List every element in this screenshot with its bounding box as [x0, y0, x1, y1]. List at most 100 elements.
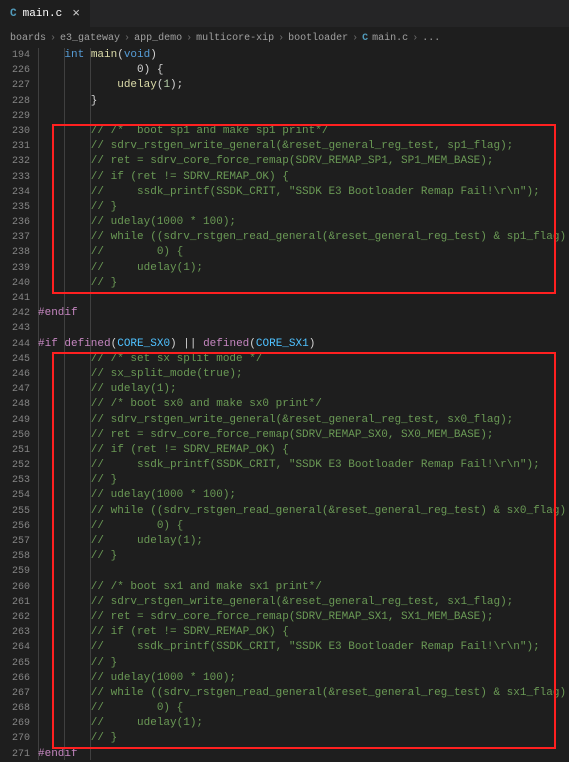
chevron-right-icon: › — [278, 33, 284, 44]
code-line[interactable]: // ssdk_printf(SSDK_CRIT, "SSDK E3 Bootl… — [38, 640, 569, 655]
line-number: 248 — [0, 397, 30, 412]
chevron-right-icon: › — [352, 33, 358, 44]
line-number: 251 — [0, 443, 30, 458]
code-line[interactable]: // sdrv_rstgen_write_general(&reset_gene… — [38, 139, 569, 154]
crumb[interactable]: app_demo — [134, 33, 182, 44]
line-number: 268 — [0, 701, 30, 716]
code-line[interactable]: // } — [38, 731, 569, 746]
line-number: 262 — [0, 610, 30, 625]
line-number: 239 — [0, 261, 30, 276]
code-line[interactable] — [38, 109, 569, 124]
close-icon[interactable]: × — [72, 6, 80, 21]
code-line[interactable]: udelay(1); — [38, 78, 569, 93]
code-line[interactable]: // udelay(1000 * 100); — [38, 671, 569, 686]
chevron-right-icon: › — [50, 33, 56, 44]
code-line[interactable]: // /* boot sx0 and make sx0 print*/ — [38, 397, 569, 412]
code-line[interactable]: // udelay(1); — [38, 261, 569, 276]
code-line[interactable]: // udelay(1000 * 100); — [38, 215, 569, 230]
crumb[interactable]: boards — [10, 33, 46, 44]
code-line[interactable]: #endif — [38, 306, 569, 321]
line-number: 233 — [0, 170, 30, 185]
breadcrumb[interactable]: boards › e3_gateway › app_demo › multicore-… — [0, 28, 569, 48]
code-line[interactable]: // /* set sx split mode */ — [38, 352, 569, 367]
line-number: 261 — [0, 595, 30, 610]
code-line[interactable]: // while ((sdrv_rstgen_read_general(&res… — [38, 230, 569, 245]
code-line[interactable]: // while ((sdrv_rstgen_read_general(&res… — [38, 686, 569, 701]
code-line[interactable]: // if (ret != SDRV_REMAP_OK) { — [38, 625, 569, 640]
line-number: 247 — [0, 382, 30, 397]
line-number: 255 — [0, 504, 30, 519]
code-line[interactable]: // 0) { — [38, 701, 569, 716]
code-line[interactable]: // while ((sdrv_rstgen_read_general(&res… — [38, 504, 569, 519]
code-line[interactable]: // } — [38, 200, 569, 215]
code-line[interactable] — [38, 291, 569, 306]
code-line[interactable]: // udelay(1); — [38, 534, 569, 549]
line-number: 265 — [0, 656, 30, 671]
code-line[interactable]: // /* boot sx1 and make sx1 print*/ — [38, 580, 569, 595]
editor-tab[interactable]: C main.c × — [0, 0, 90, 27]
code-line[interactable]: // sx_split_mode(true); — [38, 367, 569, 382]
code-line[interactable] — [38, 321, 569, 336]
line-number: 250 — [0, 428, 30, 443]
line-number-gutter: 1942262272282292302312322332342352362372… — [0, 48, 38, 760]
code-line[interactable]: // udelay(1); — [38, 716, 569, 731]
line-number: 243 — [0, 321, 30, 336]
crumb[interactable]: multicore-xip — [196, 33, 274, 44]
code-line[interactable]: // ret = sdrv_core_force_remap(SDRV_REMA… — [38, 428, 569, 443]
code-line[interactable] — [38, 564, 569, 579]
code-line[interactable]: } — [38, 94, 569, 109]
line-number: 242 — [0, 306, 30, 321]
tab-filename: main.c — [23, 8, 63, 20]
code-line[interactable]: // udelay(1000 * 100); — [38, 488, 569, 503]
code-line[interactable]: // if (ret != SDRV_REMAP_OK) { — [38, 443, 569, 458]
line-number: 227 — [0, 78, 30, 93]
code-content[interactable]: int main(void) 0) { udelay(1); } // /* b… — [38, 48, 569, 760]
crumb-file[interactable]: main.c — [372, 33, 408, 44]
line-number: 236 — [0, 215, 30, 230]
code-line[interactable]: // udelay(1); — [38, 382, 569, 397]
code-line[interactable]: // 0) { — [38, 245, 569, 260]
line-number: 260 — [0, 580, 30, 595]
line-number: 234 — [0, 185, 30, 200]
code-line[interactable]: // sdrv_rstgen_write_general(&reset_gene… — [38, 595, 569, 610]
line-number: 226 — [0, 63, 30, 78]
code-editor[interactable]: 1942262272282292302312322332342352362372… — [0, 48, 569, 760]
code-line[interactable]: 0) { — [38, 63, 569, 78]
line-number: 253 — [0, 473, 30, 488]
line-number: 237 — [0, 230, 30, 245]
code-line[interactable]: // /* boot sp1 and make sp1 print*/ — [38, 124, 569, 139]
c-file-icon: C — [10, 8, 17, 20]
code-line[interactable]: // sdrv_rstgen_write_general(&reset_gene… — [38, 413, 569, 428]
code-line[interactable]: // } — [38, 549, 569, 564]
code-line[interactable]: // 0) { — [38, 519, 569, 534]
code-line[interactable]: // ssdk_printf(SSDK_CRIT, "SSDK E3 Bootl… — [38, 185, 569, 200]
line-number: 252 — [0, 458, 30, 473]
line-number: 194 — [0, 48, 30, 63]
line-number: 229 — [0, 109, 30, 124]
chevron-right-icon: › — [124, 33, 130, 44]
line-number: 232 — [0, 154, 30, 169]
line-number: 256 — [0, 519, 30, 534]
line-number: 244 — [0, 337, 30, 352]
chevron-right-icon: › — [412, 33, 418, 44]
code-line[interactable]: // } — [38, 276, 569, 291]
code-line[interactable]: // ret = sdrv_core_force_remap(SDRV_REMA… — [38, 154, 569, 169]
code-line[interactable]: // } — [38, 656, 569, 671]
line-number: 245 — [0, 352, 30, 367]
code-line[interactable]: // ret = sdrv_core_force_remap(SDRV_REMA… — [38, 610, 569, 625]
code-line[interactable]: // ssdk_printf(SSDK_CRIT, "SSDK E3 Bootl… — [38, 458, 569, 473]
crumb[interactable]: e3_gateway — [60, 33, 120, 44]
line-number: 235 — [0, 200, 30, 215]
code-line[interactable]: int main(void) — [38, 48, 569, 63]
line-number: 240 — [0, 276, 30, 291]
line-number: 228 — [0, 94, 30, 109]
crumb-trail[interactable]: ... — [422, 33, 440, 44]
line-number: 246 — [0, 367, 30, 382]
line-number: 254 — [0, 488, 30, 503]
code-line[interactable]: #if defined(CORE_SX0) || defined(CORE_SX… — [38, 337, 569, 352]
crumb[interactable]: bootloader — [288, 33, 348, 44]
line-number: 264 — [0, 640, 30, 655]
line-number: 230 — [0, 124, 30, 139]
code-line[interactable]: // if (ret != SDRV_REMAP_OK) { — [38, 170, 569, 185]
code-line[interactable]: // } — [38, 473, 569, 488]
